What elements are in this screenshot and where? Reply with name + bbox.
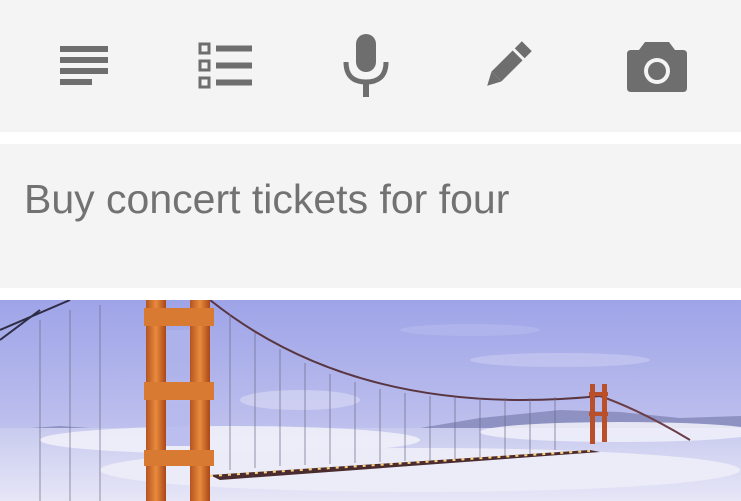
microphone-icon — [343, 34, 389, 97]
checklist-icon — [198, 42, 252, 89]
voice-note-button[interactable] — [320, 20, 412, 112]
bridge-image — [0, 300, 741, 501]
note-type-toolbar — [0, 0, 741, 132]
text-note-button[interactable] — [38, 20, 130, 112]
golden-gate-bridge-photo[interactable] — [0, 300, 741, 501]
text-note-icon — [60, 46, 108, 85]
checklist-button[interactable] — [180, 20, 272, 112]
camera-icon — [627, 42, 687, 92]
camera-button[interactable] — [611, 20, 703, 112]
pen-icon — [487, 41, 532, 86]
drawing-button[interactable] — [461, 20, 553, 112]
note-text[interactable]: Buy concert tickets for four — [24, 174, 509, 224]
